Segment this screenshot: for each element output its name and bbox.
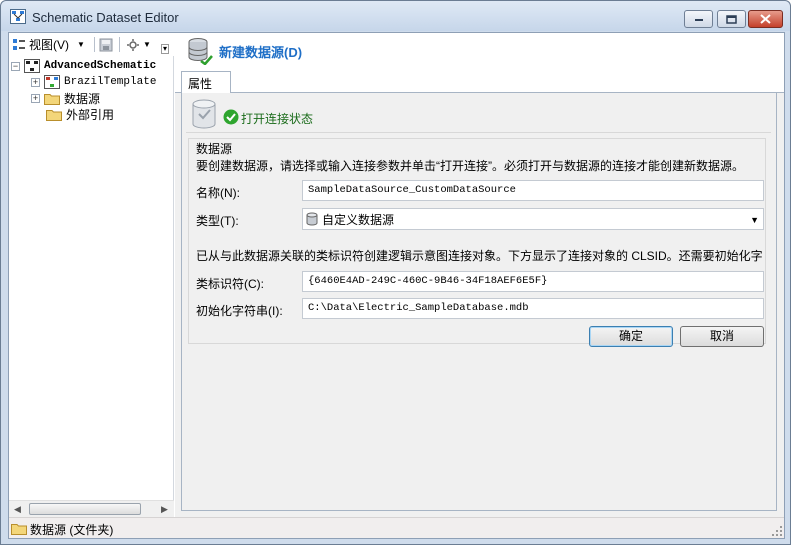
close-button[interactable]	[748, 10, 783, 28]
tree-item-root[interactable]: − AdvancedSchematic	[11, 58, 156, 74]
tab-strip: 属性	[175, 69, 784, 94]
tree-item-label: BrazilTemplate	[64, 76, 157, 88]
folder-icon	[11, 524, 27, 535]
toolbar-separator	[94, 37, 95, 52]
ok-button[interactable]: 确定	[589, 326, 673, 347]
folder-icon	[44, 93, 60, 105]
toolbar-overflow-button[interactable]: ▾	[161, 40, 170, 57]
tools-button[interactable]: ▼	[125, 36, 151, 53]
clsid-description: 已从与此数据源关联的类标识符创建逻辑示意图连接对象。下方显示了连接对象的 CLS…	[196, 249, 763, 263]
connection-status: 打开连接状态	[186, 98, 771, 133]
minimize-icon	[694, 19, 703, 21]
tree-item-label: 外部引用	[66, 107, 115, 122]
tree-item-template[interactable]: + BrazilTemplate	[31, 74, 156, 90]
maximize-button[interactable]	[717, 10, 746, 28]
check-circle-icon	[223, 109, 239, 125]
dataset-tree: − AdvancedSchematic + BrazilTemplate + 数…	[9, 56, 174, 496]
right-pane: 新建数据源(D) 属性 打开连接状态 数据源 要创建数据源，请选择或输入连接参数…	[175, 33, 784, 517]
clsid-field[interactable]: {6460E4AD-249C-460C-9B46-34F18AEF6E5F}	[302, 271, 764, 292]
app-window: Schematic Dataset Editor 视图(V) ▼ ▼ ▾ − A…	[0, 0, 791, 545]
tree-item-datasources[interactable]: + 数据源	[31, 90, 100, 106]
type-label: 类型(T):	[196, 214, 239, 228]
tab-properties[interactable]: 属性	[181, 71, 231, 94]
collapse-icon[interactable]: −	[11, 61, 20, 71]
database-icon	[306, 212, 318, 226]
cancel-button[interactable]: 取消	[680, 326, 764, 347]
tab-panel: 打开连接状态 数据源 要创建数据源，请选择或输入连接参数并单击“打开连接”。必须…	[181, 93, 777, 511]
close-icon	[760, 14, 771, 24]
folder-icon	[46, 109, 62, 121]
database-icon	[192, 99, 216, 129]
window-title: Schematic Dataset Editor	[32, 10, 179, 25]
save-icon	[99, 38, 113, 51]
title-bar[interactable]: Schematic Dataset Editor	[1, 1, 790, 31]
schematic-dataset-icon	[24, 59, 40, 73]
client-area: 视图(V) ▼ ▼ ▾ − AdvancedSchematic + Brazil…	[8, 32, 785, 539]
datasource-description: 要创建数据源，请选择或输入连接参数并单击“打开连接”。必须打开与数据源的连接才能…	[196, 159, 744, 173]
view-menu-label: 视图(V)	[29, 38, 69, 52]
type-select-value: 自定义数据源	[322, 212, 395, 227]
template-icon	[44, 75, 60, 89]
header-area: 新建数据源(D)	[175, 33, 784, 69]
init-string-field[interactable]: C:\Data\Electric_SampleDatabase.mdb	[302, 298, 764, 319]
overflow-icon: ▾	[161, 43, 170, 54]
chevron-down-icon[interactable]: ▼	[750, 215, 759, 225]
tree-item-label: 数据源	[64, 91, 101, 106]
tree-item-external-refs[interactable]: 外部引用	[46, 106, 114, 122]
name-label: 名称(N):	[196, 186, 240, 200]
status-text: 数据源 (文件夹)	[30, 523, 114, 537]
group-title: 数据源	[196, 142, 233, 156]
maximize-icon	[726, 14, 737, 24]
clsid-label: 类标识符(C):	[196, 277, 264, 291]
left-pane: 视图(V) ▼ ▼ ▾ − AdvancedSchematic + Brazil…	[9, 33, 174, 517]
scrollbar-thumb[interactable]	[29, 503, 141, 515]
view-icon	[13, 38, 25, 50]
scroll-left-icon[interactable]: ◀	[14, 504, 21, 515]
new-datasource-icon	[188, 38, 213, 65]
toolbar-separator	[119, 37, 120, 52]
tools-icon	[127, 38, 139, 51]
minimize-button[interactable]	[684, 10, 713, 28]
toolbar: 视图(V) ▼ ▼ ▾	[9, 33, 174, 56]
connection-status-text[interactable]: 打开连接状态	[241, 110, 313, 127]
type-select[interactable]: 自定义数据源 ▼	[302, 208, 764, 230]
horizontal-scrollbar[interactable]: ◀ ▶	[9, 500, 174, 517]
resize-grip-icon[interactable]	[772, 526, 782, 536]
datasource-group: 数据源 要创建数据源，请选择或输入连接参数并单击“打开连接”。必须打开与数据源的…	[188, 138, 766, 347]
chevron-down-icon: ▼	[77, 40, 85, 49]
chevron-down-icon: ▼	[143, 40, 151, 49]
scroll-right-icon[interactable]: ▶	[161, 504, 168, 515]
view-menu-button[interactable]: 视图(V) ▼	[12, 36, 85, 53]
status-bar: 数据源 (文件夹)	[9, 517, 784, 538]
divider	[186, 132, 771, 133]
app-icon	[10, 9, 26, 24]
tree-root-label: AdvancedSchematic	[44, 60, 157, 72]
page-title: 新建数据源(D)	[219, 45, 303, 60]
name-field[interactable]: SampleDataSource_CustomDataSource	[302, 180, 764, 201]
save-button[interactable]	[99, 36, 113, 53]
expand-icon[interactable]: +	[31, 77, 40, 87]
expand-icon[interactable]: +	[31, 93, 40, 103]
init-string-label: 初始化字符串(I):	[196, 304, 283, 318]
